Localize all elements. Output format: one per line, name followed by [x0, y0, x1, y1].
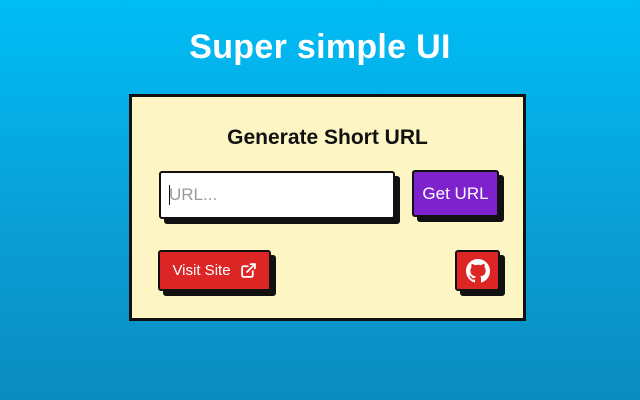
text-caret — [169, 185, 170, 205]
external-link-icon — [240, 262, 257, 279]
url-input[interactable] — [159, 171, 395, 219]
card-title: Generate Short URL — [227, 126, 428, 149]
visit-site-button[interactable]: Visit Site — [158, 250, 271, 291]
get-url-button[interactable]: Get URL — [412, 170, 499, 217]
get-url-label: Get URL — [422, 183, 489, 203]
github-icon — [465, 258, 490, 283]
page-heading: Super simple UI — [189, 28, 451, 66]
url-shortener-card: Generate Short URL Get URL Visit Site — [129, 94, 526, 321]
visit-site-label: Visit Site — [172, 262, 231, 279]
github-button[interactable] — [455, 250, 500, 291]
